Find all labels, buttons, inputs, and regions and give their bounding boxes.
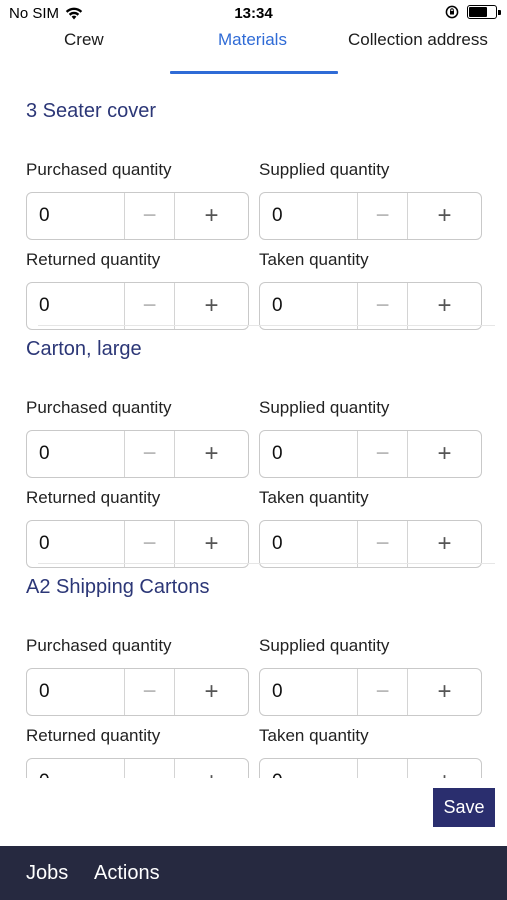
supplied-quantity-stepper: 0− +: [259, 192, 482, 240]
nav-jobs[interactable]: Jobs: [26, 862, 68, 885]
material-title: A2 Shipping Cartons: [26, 576, 210, 598]
taken-quantity-label: Taken quantity: [259, 488, 369, 507]
decrement-button[interactable]: −: [358, 283, 408, 329]
increment-button[interactable]: +: [408, 431, 481, 477]
increment-button[interactable]: +: [175, 431, 248, 477]
increment-button[interactable]: +: [408, 283, 481, 329]
battery-level: [469, 7, 487, 17]
supplied-quantity-label: Supplied quantity: [259, 160, 390, 179]
returned-quantity-label: Returned quantity: [26, 250, 161, 269]
supplied-quantity-stepper: 0− +: [259, 430, 482, 478]
purchased-quantity-input[interactable]: 0: [27, 431, 125, 477]
supplied-quantity-label: Supplied quantity: [259, 636, 390, 655]
decrement-button[interactable]: −: [358, 431, 408, 477]
taken-quantity-input[interactable]: 0: [260, 759, 358, 778]
material-title: 3 Seater cover: [26, 100, 157, 122]
material-title: Carton, large: [26, 338, 142, 360]
increment-button[interactable]: +: [175, 283, 248, 329]
taken-quantity-input[interactable]: 0: [260, 521, 358, 567]
taken-quantity-label: Taken quantity: [259, 726, 369, 745]
decrement-button[interactable]: −: [358, 521, 408, 567]
material-section-a2-shipping-cartons: A2 Shipping Cartons Purchased quantity 0− +…: [0, 576, 507, 778]
decrement-button[interactable]: −: [125, 759, 175, 778]
increment-button[interactable]: +: [408, 193, 481, 239]
returned-quantity-label: Returned quantity: [26, 726, 161, 745]
increment-button[interactable]: +: [408, 521, 481, 567]
decrement-button[interactable]: −: [125, 669, 175, 715]
status-right: [445, 5, 501, 19]
battery-tip: [498, 10, 501, 15]
decrement-button[interactable]: −: [125, 521, 175, 567]
taken-quantity-stepper: 0−+: [259, 520, 482, 568]
decrement-button[interactable]: −: [358, 193, 408, 239]
returned-quantity-label: Returned quantity: [26, 488, 161, 507]
tab-crew[interactable]: Crew: [64, 30, 104, 50]
returned-quantity-stepper: 0−+: [26, 758, 249, 778]
section-divider: [38, 325, 495, 326]
taken-quantity-input[interactable]: 0: [260, 283, 358, 329]
purchased-quantity-label: Purchased quantity: [26, 636, 172, 655]
returned-quantity-input[interactable]: 0: [27, 283, 125, 329]
increment-button[interactable]: +: [175, 759, 248, 778]
purchased-quantity-stepper: 0− +: [26, 668, 249, 716]
decrement-button[interactable]: −: [125, 193, 175, 239]
purchased-quantity-stepper: 0− +: [26, 430, 249, 478]
increment-button[interactable]: +: [175, 193, 248, 239]
tab-collection-address[interactable]: Collection address: [348, 30, 488, 50]
status-time: 13:34: [234, 5, 273, 22]
tab-bar: Crew Materials Collection address: [0, 26, 507, 74]
supplied-quantity-label: Supplied quantity: [259, 398, 390, 417]
status-bar: No SIM 13:34: [0, 0, 507, 26]
orientation-lock-icon: [445, 5, 459, 19]
returned-quantity-input[interactable]: 0: [27, 521, 125, 567]
returned-quantity-stepper: 0−+: [26, 520, 249, 568]
taken-quantity-label: Taken quantity: [259, 250, 369, 269]
taken-quantity-stepper: 0−+: [259, 282, 482, 330]
tab-materials[interactable]: Materials: [218, 30, 287, 50]
bottom-nav: Jobs Actions: [0, 846, 507, 900]
material-section-carton-large: Carton, large Purchased quantity 0− + Suppli…: [0, 338, 507, 576]
supplied-quantity-input[interactable]: 0: [260, 193, 358, 239]
decrement-button[interactable]: −: [358, 669, 408, 715]
save-button[interactable]: Save: [433, 788, 495, 827]
battery-icon: [467, 5, 501, 19]
supplied-quantity-stepper: 0− +: [259, 668, 482, 716]
nav-actions[interactable]: Actions: [94, 862, 160, 885]
section-divider: [38, 563, 495, 564]
decrement-button[interactable]: −: [358, 759, 408, 778]
increment-button[interactable]: +: [175, 521, 248, 567]
taken-quantity-stepper: 0−+: [259, 758, 482, 778]
purchased-quantity-input[interactable]: 0: [27, 193, 125, 239]
supplied-quantity-input[interactable]: 0: [260, 431, 358, 477]
purchased-quantity-input[interactable]: 0: [27, 669, 125, 715]
decrement-button[interactable]: −: [125, 283, 175, 329]
decrement-button[interactable]: −: [125, 431, 175, 477]
purchased-quantity-label: Purchased quantity: [26, 160, 172, 179]
increment-button[interactable]: +: [175, 669, 248, 715]
material-section-3-seater-cover: 3 Seater cover Purchased quantity 0− + Suppl…: [0, 100, 507, 338]
returned-quantity-input[interactable]: 0: [27, 759, 125, 778]
supplied-quantity-input[interactable]: 0: [260, 669, 358, 715]
purchased-quantity-stepper: 0− +: [26, 192, 249, 240]
increment-button[interactable]: +: [408, 669, 481, 715]
purchased-quantity-label: Purchased quantity: [26, 398, 172, 417]
increment-button[interactable]: +: [408, 759, 481, 778]
returned-quantity-stepper: 0−+: [26, 282, 249, 330]
materials-list[interactable]: 3 Seater cover Purchased quantity 0− + Suppl…: [0, 74, 507, 778]
